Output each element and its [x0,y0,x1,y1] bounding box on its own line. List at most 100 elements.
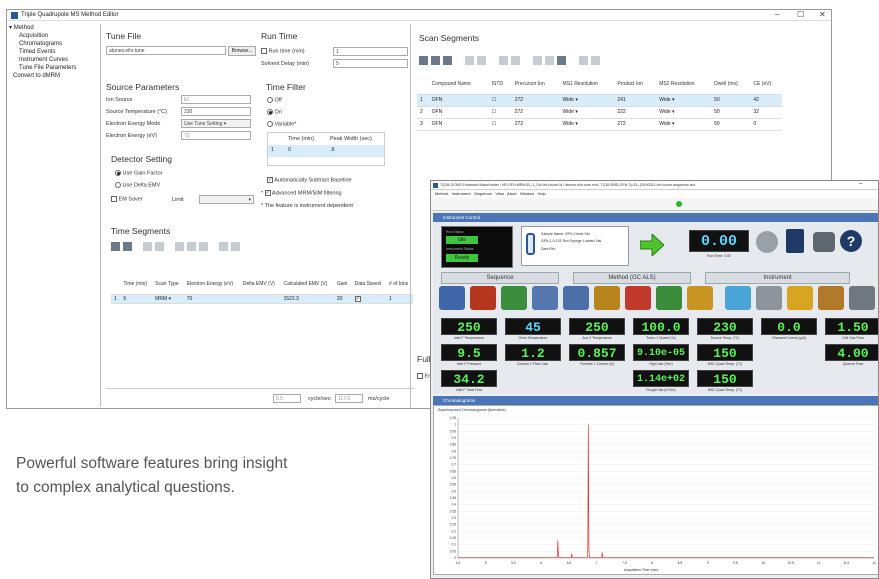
add-row-icon[interactable] [419,56,428,65]
move-up-icon[interactable] [143,242,152,251]
col-precursor: Precursor Ion [511,74,560,95]
minimize-button[interactable]: – [859,181,862,187]
copy-icon[interactable] [187,242,196,251]
diagnostics-icon[interactable] [787,286,813,310]
readout-label: Source Temp. (°C) [710,336,740,340]
tree-item-chromatograms[interactable]: Chromatograms [9,40,100,48]
move-down-icon[interactable] [155,242,164,251]
tab-sequence[interactable]: Sequence [441,272,559,284]
table-row[interactable]: 2 OFN ☐ 272 Wide ▾ 222 Wide ▾ 50 32 [417,106,782,119]
sequence-edit-icon[interactable] [470,286,496,310]
tree-item-convert-dmrm[interactable]: Convert to dMRM [9,72,100,80]
close-button[interactable]: ✕ [819,10,826,19]
settings-icon[interactable] [849,286,875,310]
col-electron-energy: Electron Energy (eV) [183,274,240,295]
tab-method[interactable]: Method (GC ALS) [573,272,691,284]
menu-instrument[interactable]: Instrument [452,191,471,196]
browse-button[interactable]: Browse... [228,46,256,56]
undo-icon[interactable] [579,56,588,65]
filter-variable-radio[interactable]: Variable* [267,121,296,127]
menu-method[interactable]: Method [435,191,448,196]
method-save-icon[interactable] [625,286,651,310]
redo-icon[interactable] [231,242,240,251]
delta-emv-radio[interactable]: Use Delta EMV [115,182,160,188]
filter-on-radio[interactable]: On [267,109,282,115]
add-row-icon[interactable] [111,242,120,251]
table-row[interactable]: 1 5 MRM ▾ 70 1522.3 20 ✓ 1 [111,294,413,304]
table-row[interactable]: 1 0 .8 [268,145,384,157]
menu-abort[interactable]: Abort [507,191,517,196]
x-tick-label: 5 [485,561,487,565]
maximize-button[interactable]: ☐ [797,10,804,19]
cut-icon[interactable] [175,242,184,251]
em-saver-checkbox[interactable]: EM Saver [111,196,143,202]
sequence-save-icon[interactable] [532,286,558,310]
minimize-button[interactable]: – [775,10,779,19]
tab-instrument[interactable]: Instrument [705,272,850,284]
tree-item-tune-params[interactable]: Tune File Parameters [9,64,100,72]
tune-icon[interactable] [725,286,751,310]
menu-sequence[interactable]: Sequence [474,191,492,196]
scan-segments-toolbar [419,56,603,67]
paste-icon[interactable] [199,242,208,251]
chromatogram-plot[interactable]: 1.0510.950.90.850.80.750.70.650.60.550.5… [434,406,879,576]
fill-table-icon[interactable] [511,56,520,65]
print-icon[interactable] [813,232,835,252]
start-run-icon[interactable] [640,234,664,256]
delete-row-icon[interactable] [443,56,452,65]
menu-help[interactable]: Help [538,191,546,196]
undo-icon[interactable] [219,242,228,251]
redo-icon[interactable] [591,56,600,65]
sequence-load-icon[interactable] [501,286,527,310]
method-book-icon[interactable] [786,229,804,253]
run-time-checkbox[interactable]: Run time (min) [261,48,305,54]
help-icon[interactable]: ? [840,230,862,252]
ee-mode-label: Electron Energy Mode [106,121,161,127]
gain-factor-radio[interactable]: Use Gain Factor [115,170,163,176]
readout-label: Inlet F Pressure [456,362,482,366]
insert-row-icon[interactable] [123,242,132,251]
readout-label: Turbo 1 Speed (%) [646,336,676,340]
fill-down-icon[interactable] [499,56,508,65]
table-row[interactable]: 1 OFN ☐ 272 Wide ▾ 241 Wide ▾ 50 42 [417,94,782,107]
filter-off-radio[interactable]: Off [267,97,282,103]
sequence-print-icon[interactable] [563,286,589,310]
ms-cycle-label: ms/cycle [368,396,390,402]
menu-window[interactable]: Window [520,191,534,196]
method-edit-icon[interactable] [656,286,682,310]
ion-source-value: EI [181,95,251,104]
method-print-icon[interactable] [687,286,713,310]
instrument-control-title: Instrument Control [433,213,878,222]
vacuum-icon[interactable] [756,286,782,310]
ee-label: Electron Energy (eV) [106,133,158,139]
run-time-heading: Run Time [261,31,298,41]
tree-item-timed-events[interactable]: Timed Events [9,48,100,56]
copy-icon[interactable] [545,56,554,65]
menu-view[interactable]: View [495,191,504,196]
vial-icon [526,233,535,255]
adv-filter-checkbox[interactable]: * ✓ Advanced MRM/SIM filtering [261,190,342,196]
splitter[interactable] [410,24,411,408]
col-istd: ISTD [488,74,512,95]
run-time-input[interactable]: 1 [333,47,408,56]
paste-icon[interactable] [557,56,566,65]
maintenance-icon[interactable] [818,286,844,310]
tree-item-acquisition[interactable]: Acquisition [9,32,100,40]
method-open-icon[interactable] [594,286,620,310]
auto-baseline-checkbox[interactable]: ✓ Automatically Subtract Baseline [267,177,352,183]
tree-item-method[interactable]: ▾ Method [9,24,100,32]
insert-row-icon[interactable] [431,56,440,65]
move-down-icon[interactable] [477,56,486,65]
sequence-run-icon[interactable] [439,286,465,310]
solvent-delay-input[interactable]: 5 [333,59,408,68]
tree-item-instrument-curves[interactable]: Instrument Curves [9,56,100,64]
move-up-icon[interactable] [465,56,474,65]
tune-file-input[interactable]: atunes.eihr.tune [106,46,226,55]
ee-mode-select[interactable]: Use Tune Setting ▾ [181,119,251,128]
source-temp-input[interactable]: 230 [181,107,251,116]
limit-select[interactable]: ▾ [199,195,254,204]
table-row[interactable]: 3 OFN ☐ 272 Wide ▾ 272 Wide ▾ 50 0 [417,118,782,131]
cut-icon[interactable] [533,56,542,65]
ee-input[interactable]: 70 [181,131,251,140]
stop-icon[interactable] [756,231,778,253]
